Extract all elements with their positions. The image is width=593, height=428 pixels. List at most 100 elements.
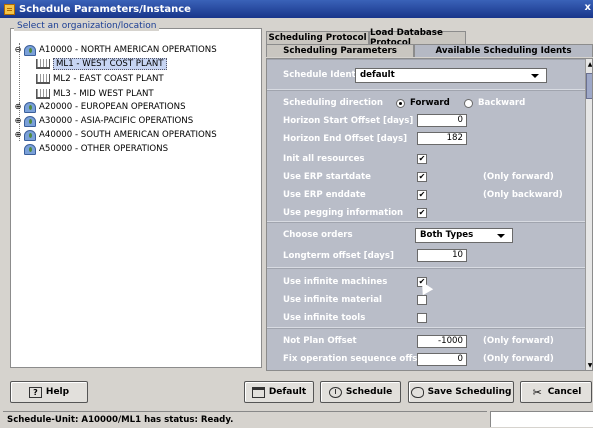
tree-node-label: ML3 - MID WEST PLANT <box>53 89 154 99</box>
fix-sequence-offset-label: Fix operation sequence offset <box>283 354 428 364</box>
tab-available-scheduling-idents[interactable]: Available Scheduling Idents <box>414 44 593 57</box>
tree-node-label: A50000 - OTHER OPERATIONS <box>39 144 169 154</box>
tree-node-a20000[interactable]: ⊕ A20000 - EUROPEAN OPERATIONS <box>14 101 186 113</box>
tree-node-ml2[interactable]: ML2 - EAST COAST PLANT <box>36 73 164 85</box>
tree-node-a10000[interactable]: ⊖ A10000 - NORTH AMERICAN OPERATIONS <box>14 44 217 56</box>
erp-startdate-note: (Only forward) <box>483 172 554 182</box>
tree-node-label: A30000 - ASIA-PACIFIC OPERATIONS <box>39 116 194 126</box>
schedule-ident-value: default <box>360 70 395 80</box>
horizon-end-label: Horizon End Offset [days] <box>283 134 407 144</box>
cancel-button-label: Cancel <box>547 387 582 397</box>
radio-backward[interactable] <box>464 99 473 108</box>
tree-node-ml1[interactable]: ML1 - WEST COST PLANT <box>36 58 167 70</box>
panel-scrollbar[interactable]: ▲ ▼ <box>585 59 592 370</box>
init-all-resources-checkbox[interactable] <box>417 154 427 164</box>
schedule-ident-label: Schedule Ident <box>283 70 356 80</box>
radio-backward-label: Backward <box>478 98 526 108</box>
infinite-machines-label: Use infinite machines <box>283 277 388 287</box>
erp-enddate-note: (Only backward) <box>483 190 563 200</box>
close-icon[interactable]: x <box>585 2 591 13</box>
not-plan-offset-note: (Only forward) <box>483 336 554 346</box>
default-button-label: Default <box>268 387 307 397</box>
choose-orders-value: Both Types <box>420 230 474 240</box>
window-title: Schedule Parameters/Instance <box>19 3 191 15</box>
clock-icon <box>328 386 342 398</box>
radio-forward-label: Forward <box>410 98 450 108</box>
radio-forward[interactable] <box>396 99 405 108</box>
app-icon <box>4 3 15 15</box>
default-button[interactable]: Default <box>244 381 314 403</box>
status-bar-secondary <box>490 411 593 427</box>
choose-orders-label: Choose orders <box>283 230 353 240</box>
expand-icon[interactable]: ⊕ <box>14 117 22 125</box>
tree-node-label: ML2 - EAST COAST PLANT <box>53 74 164 84</box>
scroll-thumb[interactable] <box>586 73 592 99</box>
folder-icon <box>251 386 265 398</box>
scroll-down-icon[interactable]: ▼ <box>586 362 592 370</box>
choose-orders-select[interactable]: Both Types <box>415 228 513 243</box>
globe-icon <box>24 129 36 141</box>
schedule-ident-select[interactable]: default <box>355 68 547 83</box>
horizon-start-input[interactable]: 0 <box>417 114 467 127</box>
tab-load-database-protocol[interactable]: Load Database Protocol <box>369 28 466 48</box>
schedule-button-label: Schedule <box>345 387 393 397</box>
fix-sequence-offset-input[interactable]: 0 <box>417 353 467 366</box>
longterm-offset-input[interactable]: 10 <box>417 249 467 262</box>
infinite-material-label: Use infinite material <box>283 295 382 305</box>
globe-icon <box>24 101 36 113</box>
status-bar: Schedule-Unit: A10000/ML1 has status: Re… <box>3 411 487 427</box>
save-scheduling-button[interactable]: Save Scheduling <box>408 381 514 403</box>
organization-tree[interactable]: ⊖ A10000 - NORTH AMERICAN OPERATIONS ML1… <box>10 28 262 368</box>
tab-scheduling-parameters[interactable]: Scheduling Parameters <box>266 44 414 57</box>
help-button-label: Help <box>45 387 70 397</box>
help-button[interactable]: ? Help <box>10 381 88 403</box>
scroll-up-icon[interactable]: ▲ <box>586 61 592 69</box>
horizon-start-label: Horizon Start Offset [days] <box>283 116 414 126</box>
factory-icon <box>36 89 50 99</box>
erp-startdate-label: Use ERP startdate <box>283 172 371 182</box>
hand-icon <box>410 386 424 398</box>
not-plan-offset-input[interactable]: -1000 <box>417 335 467 348</box>
not-plan-offset-label: Not Plan Offset <box>283 336 357 346</box>
globe-icon <box>24 143 36 155</box>
tree-node-label: A10000 - NORTH AMERICAN OPERATIONS <box>39 45 217 55</box>
expand-icon[interactable]: ⊕ <box>14 131 22 139</box>
factory-icon <box>36 74 50 84</box>
scissors-icon: ✂ <box>532 385 542 399</box>
infinite-tools-checkbox[interactable] <box>417 313 427 323</box>
tree-node-a50000[interactable]: A50000 - OTHER OPERATIONS <box>24 143 168 155</box>
pegging-checkbox[interactable] <box>417 208 427 218</box>
fix-sequence-offset-note: (Only forward) <box>483 354 554 364</box>
erp-enddate-label: Use ERP enddate <box>283 190 366 200</box>
globe-icon <box>24 44 36 56</box>
infinite-tools-label: Use infinite tools <box>283 313 366 323</box>
tree-node-a40000[interactable]: ⊕ A40000 - SOUTH AMERICAN OPERATIONS <box>14 129 217 141</box>
horizon-end-input[interactable]: 182 <box>417 132 467 145</box>
factory-icon <box>36 59 50 69</box>
collapse-icon[interactable]: ⊖ <box>14 46 22 54</box>
chevron-down-icon <box>531 74 539 78</box>
expand-icon[interactable]: ⊕ <box>14 103 22 111</box>
schedule-button[interactable]: Schedule <box>320 381 401 403</box>
window-title-bar: Schedule Parameters/Instance x <box>0 0 593 18</box>
scheduling-parameters-panel: Schedule Ident default Scheduling direct… <box>266 58 593 371</box>
tree-node-ml3[interactable]: ML3 - MID WEST PLANT <box>36 88 154 100</box>
pegging-label: Use pegging information <box>283 208 404 218</box>
chevron-down-icon <box>497 234 505 238</box>
tree-legend: Select an organization/location <box>14 21 160 31</box>
help-icon: ? <box>28 386 42 398</box>
tree-node-label: ML1 - WEST COST PLANT <box>53 58 167 70</box>
erp-enddate-checkbox[interactable] <box>417 190 427 200</box>
tree-node-label: A40000 - SOUTH AMERICAN OPERATIONS <box>39 130 217 140</box>
tree-node-a30000[interactable]: ⊕ A30000 - ASIA-PACIFIC OPERATIONS <box>14 115 193 127</box>
cancel-button[interactable]: ✂ Cancel <box>520 381 592 403</box>
longterm-offset-label: Longterm offset [days] <box>283 251 394 261</box>
tab-scheduling-protocol[interactable]: Scheduling Protocol <box>266 31 369 44</box>
infinite-material-checkbox[interactable] <box>417 295 427 305</box>
tree-node-label: A20000 - EUROPEAN OPERATIONS <box>39 102 186 112</box>
scheduling-direction-label: Scheduling direction <box>283 98 383 108</box>
globe-icon <box>24 115 36 127</box>
init-all-resources-label: Init all resources <box>283 154 365 164</box>
save-scheduling-button-label: Save Scheduling <box>427 387 512 397</box>
erp-startdate-checkbox[interactable] <box>417 172 427 182</box>
